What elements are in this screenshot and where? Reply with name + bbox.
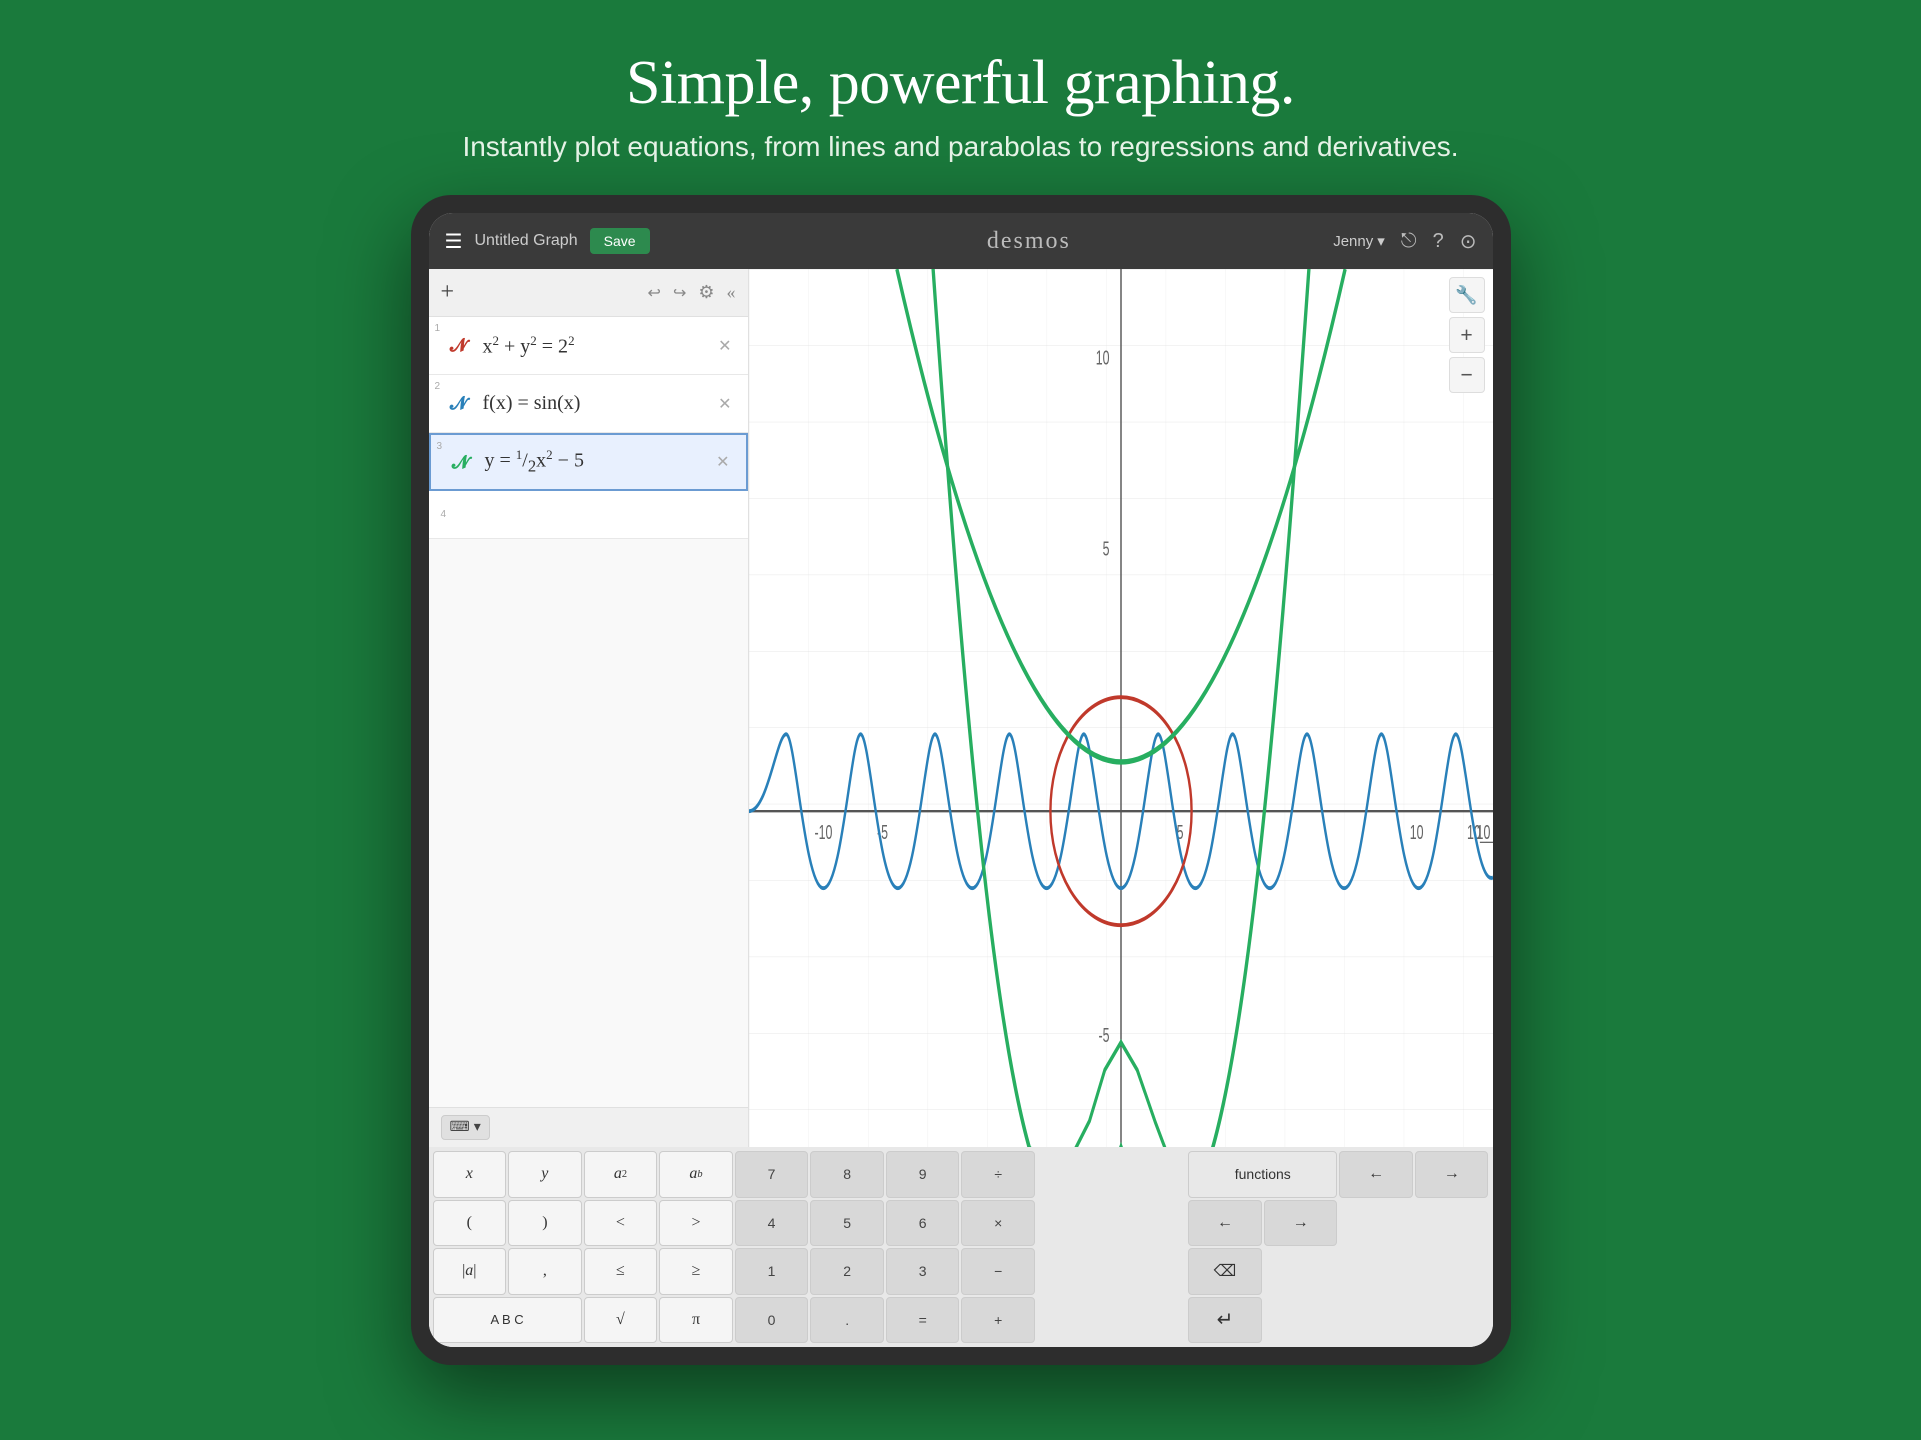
top-bar-left: ☰ Untitled Graph Save [445, 228, 725, 254]
share-icon[interactable]: ⎋ [1401, 230, 1417, 253]
key-5[interactable]: 5 [810, 1200, 884, 1247]
save-button[interactable]: Save [590, 228, 650, 254]
desmos-logo: desmos [987, 228, 1071, 254]
zoom-in-button[interactable]: + [1449, 317, 1485, 353]
key-multiply[interactable]: × [961, 1200, 1035, 1247]
enter-key[interactable]: ↵ [1188, 1297, 1262, 1344]
graph-area: -5 -10 5 10 1̲0̲ 10 10 5 -5 [749, 269, 1493, 1147]
key-3[interactable]: 3 [886, 1248, 960, 1295]
settings-icon[interactable]: ⊙ [1460, 229, 1477, 254]
left-arrow-key[interactable]: ← [1339, 1151, 1413, 1198]
key-2[interactable]: 2 [810, 1248, 884, 1295]
top-bar: ☰ Untitled Graph Save desmos Jenny ▾ ⎋ ?… [429, 213, 1493, 269]
expression-item-1[interactable]: 1 𝓝 x2 + y2 = 22 ✕ [429, 317, 748, 375]
key-pi[interactable]: π [659, 1297, 733, 1344]
key-less-than[interactable]: < [584, 1200, 658, 1247]
close-expression-3[interactable]: ✕ [712, 448, 733, 476]
key-dot[interactable]: . [810, 1297, 884, 1344]
header-subtitle: Instantly plot equations, from lines and… [0, 131, 1921, 163]
key-equals[interactable]: = [886, 1297, 960, 1344]
help-icon[interactable]: ? [1433, 230, 1444, 253]
key-1[interactable]: 1 [735, 1248, 809, 1295]
color-icon-1[interactable]: 𝓝 [445, 332, 473, 360]
key-0[interactable]: 0 [735, 1297, 809, 1344]
top-bar-center: desmos [725, 228, 1334, 255]
key-geq[interactable]: ≥ [659, 1248, 733, 1295]
close-expression-1[interactable]: ✕ [714, 332, 735, 360]
keyboard-toggle-button[interactable]: ⌨ ▾ [441, 1115, 490, 1140]
key-7[interactable]: 7 [735, 1151, 809, 1198]
svg-text:-10: -10 [814, 821, 832, 844]
collapse-icon[interactable]: « [727, 282, 736, 303]
key-open-paren[interactable]: ( [433, 1200, 507, 1247]
color-icon-3[interactable]: 𝓝 [447, 448, 475, 476]
key-x[interactable]: x [433, 1151, 507, 1198]
graph-canvas: -5 -10 5 10 1̲0̲ 10 10 5 -5 [749, 269, 1493, 1147]
svg-text:10: 10 [1095, 346, 1109, 369]
svg-text:-5: -5 [1098, 1024, 1109, 1047]
svg-text:10: 10 [1409, 821, 1423, 844]
undo-button[interactable]: ↩ [648, 283, 661, 303]
key-divide[interactable]: ÷ [961, 1151, 1035, 1198]
key-8[interactable]: 8 [810, 1151, 884, 1198]
key-4[interactable]: 4 [735, 1200, 809, 1247]
key-close-paren[interactable]: ) [508, 1200, 582, 1247]
key-plus[interactable]: + [961, 1297, 1035, 1344]
add-expression-button[interactable]: + [441, 279, 455, 306]
zoom-out-button[interactable]: − [1449, 357, 1485, 393]
key-y[interactable]: y [508, 1151, 582, 1198]
svg-text:5: 5 [1102, 537, 1109, 560]
hamburger-icon[interactable]: ☰ [445, 229, 463, 254]
formula-2[interactable]: f(x) = sin(x) [483, 392, 715, 415]
device-screen: ☰ Untitled Graph Save desmos Jenny ▾ ⎋ ?… [429, 213, 1493, 1347]
user-name[interactable]: Jenny ▾ [1333, 232, 1385, 250]
formula-3[interactable]: y = 1/2x2 − 5 [485, 447, 713, 477]
key-greater-than[interactable]: > [659, 1200, 733, 1247]
close-expression-2[interactable]: ✕ [714, 390, 735, 418]
graph-title: Untitled Graph [474, 232, 577, 250]
key-comma[interactable]: , [508, 1248, 582, 1295]
key-abs[interactable]: |a| [433, 1248, 507, 1295]
expression-list: 1 𝓝 x2 + y2 = 22 ✕ 2 [429, 317, 748, 1107]
device-frame: ☰ Untitled Graph Save desmos Jenny ▾ ⎋ ?… [411, 195, 1511, 1365]
expression-placeholder[interactable]: 4 [429, 491, 748, 539]
keyboard-toggle-row: ⌨ ▾ [429, 1107, 748, 1147]
keyboard-area: x y a2 ab 7 8 9 ÷ functions ← → ( ) < [429, 1147, 1493, 1347]
header-section: Simple, powerful graphing. Instantly plo… [0, 0, 1921, 193]
formula-1[interactable]: x2 + y2 = 22 [483, 333, 715, 359]
key-sqrt[interactable]: √ [584, 1297, 658, 1344]
key-9[interactable]: 9 [886, 1151, 960, 1198]
key-6[interactable]: 6 [886, 1200, 960, 1247]
device-wrapper: ☰ Untitled Graph Save desmos Jenny ▾ ⎋ ?… [411, 195, 1511, 1365]
key-leq[interactable]: ≤ [584, 1248, 658, 1295]
backspace-key[interactable]: ⌫ [1188, 1248, 1262, 1295]
color-icon-2[interactable]: 𝓝 [445, 390, 473, 418]
wrench-button[interactable]: 🔧 [1449, 277, 1485, 313]
functions-button[interactable]: functions [1188, 1151, 1337, 1198]
main-content: + ↩ ↪ ⚙ « 1 𝓝 [429, 269, 1493, 1147]
top-bar-right: Jenny ▾ ⎋ ? ⊙ [1333, 229, 1476, 254]
key-a-power-b[interactable]: ab [659, 1151, 733, 1198]
right-arrow-key[interactable]: → [1415, 1151, 1489, 1198]
expression-item-2[interactable]: 2 𝓝 f(x) = sin(x) ✕ [429, 375, 748, 433]
expression-settings-icon[interactable]: ⚙ [698, 282, 714, 303]
left-panel: + ↩ ↪ ⚙ « 1 𝓝 [429, 269, 749, 1147]
expression-item-3[interactable]: 3 𝓝 y = 1/2x2 − 5 ✕ [429, 433, 748, 491]
key-a-squared[interactable]: a2 [584, 1151, 658, 1198]
left-arrow-key-2[interactable]: ← [1188, 1200, 1262, 1247]
graph-toolbar-right: 🔧 + − [1449, 277, 1485, 393]
key-abc[interactable]: A B C [433, 1297, 582, 1344]
keyboard-grid: x y a2 ab 7 8 9 ÷ functions ← → ( ) < [429, 1147, 1493, 1347]
key-minus[interactable]: − [961, 1248, 1035, 1295]
header-title: Simple, powerful graphing. [0, 48, 1921, 119]
redo-button[interactable]: ↪ [673, 283, 686, 303]
expression-toolbar: + ↩ ↪ ⚙ « [429, 269, 748, 317]
right-arrow-key-2[interactable]: → [1264, 1200, 1338, 1247]
